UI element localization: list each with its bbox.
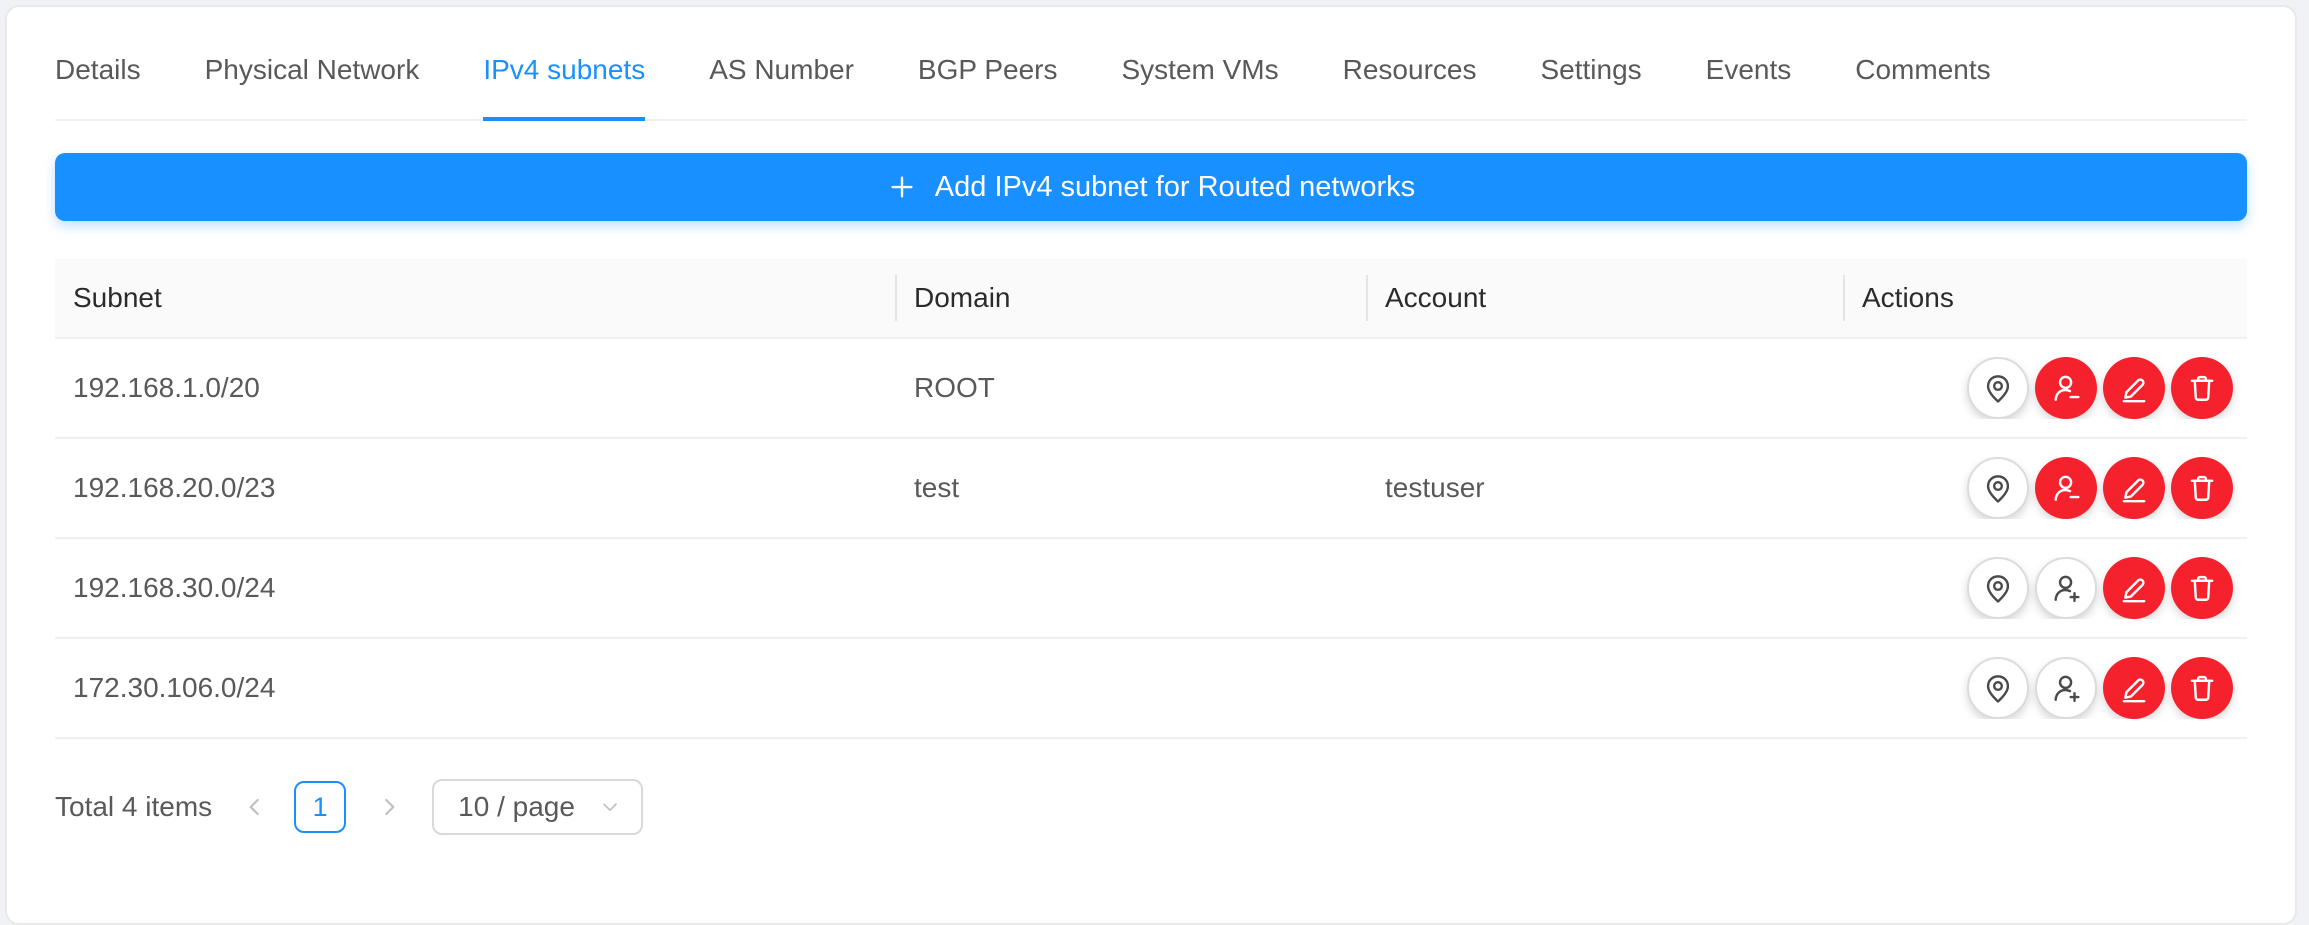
tab-details[interactable]: Details: [55, 23, 141, 121]
tab-bar: Details Physical Network IPv4 subnets AS Nu…: [55, 23, 2247, 121]
subnets-table: Subnet Domain Account Actions 192.168.1.…: [55, 259, 2247, 739]
cell-account: testuser: [1367, 472, 1844, 504]
cell-actions: [1844, 357, 2247, 419]
trash-icon: [2185, 471, 2219, 505]
tab-bgp-peers[interactable]: BGP Peers: [918, 23, 1058, 121]
edit-subnet-button[interactable]: [2103, 657, 2165, 719]
table-row: 192.168.30.0/24: [55, 539, 2247, 639]
tab-settings[interactable]: Settings: [1540, 23, 1641, 121]
plus-icon: [887, 172, 917, 202]
user-minus-icon: [2049, 471, 2083, 505]
tab-events[interactable]: Events: [1706, 23, 1792, 121]
pagination-prev-button[interactable]: [242, 794, 268, 820]
column-header-domain: Domain: [896, 259, 1367, 337]
tab-ipv4-subnets[interactable]: IPv4 subnets: [483, 23, 645, 121]
edit-icon: [2117, 671, 2151, 705]
location-pin-button[interactable]: [1967, 657, 2029, 719]
column-header-subnet: Subnet: [55, 259, 896, 337]
release-dedication-button[interactable]: [2035, 357, 2097, 419]
chevron-right-icon: [376, 794, 402, 820]
location-pin-button[interactable]: [1967, 557, 2029, 619]
edit-subnet-button[interactable]: [2103, 557, 2165, 619]
page-size-select[interactable]: 10 / page: [432, 779, 643, 835]
location-pin-icon: [1981, 671, 2015, 705]
edit-subnet-button[interactable]: [2103, 357, 2165, 419]
trash-icon: [2185, 571, 2219, 605]
user-minus-icon: [2049, 371, 2083, 405]
page-size-value: 10 / page: [458, 791, 575, 823]
delete-subnet-button[interactable]: [2171, 357, 2233, 419]
tab-comments[interactable]: Comments: [1855, 23, 1990, 121]
location-pin-button[interactable]: [1967, 357, 2029, 419]
cell-subnet: 192.168.1.0/20: [55, 372, 896, 404]
tab-system-vms[interactable]: System VMs: [1121, 23, 1278, 121]
table-row: 172.30.106.0/24: [55, 639, 2247, 739]
cell-subnet: 192.168.30.0/24: [55, 572, 896, 604]
tab-resources[interactable]: Resources: [1343, 23, 1477, 121]
location-pin-button[interactable]: [1967, 457, 2029, 519]
cell-actions: [1844, 457, 2247, 519]
table-row: 192.168.20.0/23testtestuser: [55, 439, 2247, 539]
cell-actions: [1844, 657, 2247, 719]
edit-subnet-button[interactable]: [2103, 457, 2165, 519]
delete-subnet-button[interactable]: [2171, 657, 2233, 719]
user-plus-icon: [2049, 571, 2083, 605]
chevron-down-icon: [599, 796, 621, 818]
release-dedication-button[interactable]: [2035, 457, 2097, 519]
column-header-actions: Actions: [1844, 259, 2247, 337]
tab-as-number[interactable]: AS Number: [709, 23, 854, 121]
pagination: Total 4 items 1 10 / page: [55, 779, 2247, 835]
cell-subnet: 192.168.20.0/23: [55, 472, 896, 504]
edit-icon: [2117, 471, 2151, 505]
table-header-row: Subnet Domain Account Actions: [55, 259, 2247, 339]
column-header-account: Account: [1367, 259, 1844, 337]
network-detail-card: Details Physical Network IPv4 subnets AS Nu…: [5, 5, 2297, 925]
pagination-next-button[interactable]: [376, 794, 402, 820]
user-plus-icon: [2049, 671, 2083, 705]
location-pin-icon: [1981, 571, 2015, 605]
trash-icon: [2185, 671, 2219, 705]
chevron-left-icon: [242, 794, 268, 820]
tab-physical-network[interactable]: Physical Network: [205, 23, 420, 121]
table-row: 192.168.1.0/20ROOT: [55, 339, 2247, 439]
add-dedication-button[interactable]: [2035, 557, 2097, 619]
location-pin-icon: [1981, 371, 2015, 405]
table-body: 192.168.1.0/20ROOT192.168.20.0/23testtes…: [55, 339, 2247, 739]
cell-domain: test: [896, 472, 1367, 504]
pagination-total: Total 4 items: [55, 791, 212, 823]
cell-domain: ROOT: [896, 372, 1367, 404]
add-ipv4-subnet-label: Add IPv4 subnet for Routed networks: [935, 171, 1415, 204]
cell-actions: [1844, 557, 2247, 619]
cell-subnet: 172.30.106.0/24: [55, 672, 896, 704]
trash-icon: [2185, 371, 2219, 405]
add-ipv4-subnet-button[interactable]: Add IPv4 subnet for Routed networks: [55, 153, 2247, 221]
delete-subnet-button[interactable]: [2171, 457, 2233, 519]
pagination-page-1[interactable]: 1: [294, 781, 346, 833]
edit-icon: [2117, 371, 2151, 405]
delete-subnet-button[interactable]: [2171, 557, 2233, 619]
location-pin-icon: [1981, 471, 2015, 505]
edit-icon: [2117, 571, 2151, 605]
add-dedication-button[interactable]: [2035, 657, 2097, 719]
